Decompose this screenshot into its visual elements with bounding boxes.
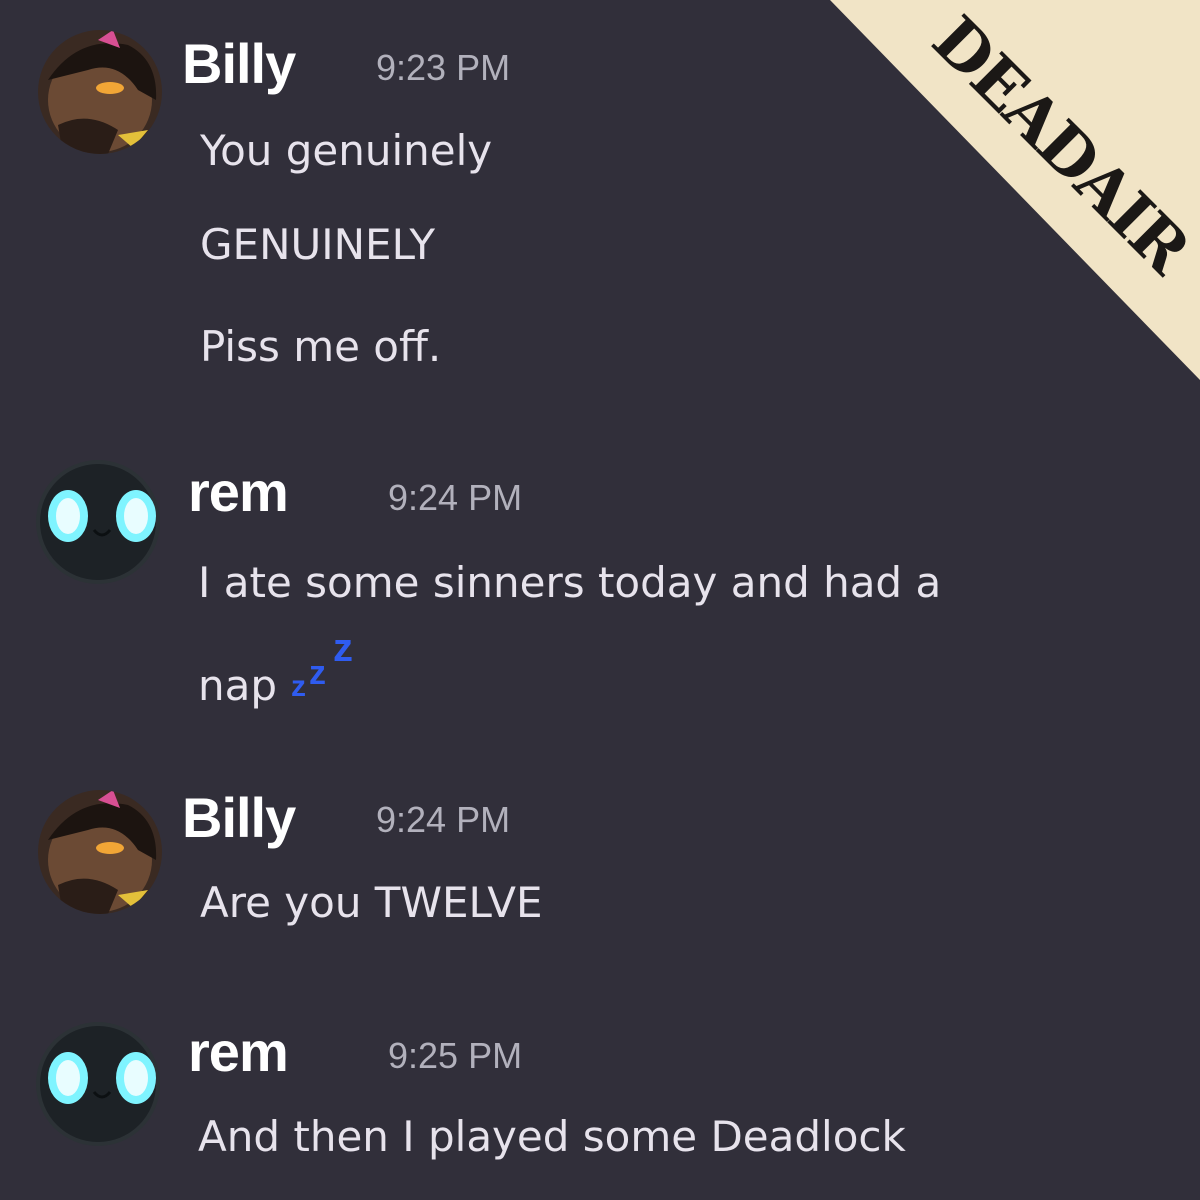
message-text: Are you TWELVE [200,878,543,927]
timestamp: 9:24 PM [376,799,511,840]
rem-avatar-icon [36,460,160,584]
zzz-emoji: zzz [291,626,354,703]
rem-avatar-icon [36,1022,160,1146]
username[interactable]: rem [188,464,289,520]
message-text: Piss me off. [200,322,442,371]
username[interactable]: rem [188,1024,289,1080]
message-text: And then I played some Deadlock [198,1112,906,1161]
message-text: I ate some sinners today and had a [198,558,942,607]
message-text: You genuinely [200,126,493,175]
billy-avatar-icon [38,790,162,914]
avatar[interactable] [38,790,162,914]
timestamp: 9:23 PM [376,47,511,88]
avatar[interactable] [36,460,160,584]
chat-log: Billy 9:23 PM You genuinely GENUINELY Pi… [0,0,1200,1200]
message-line: nap zzz [198,626,371,710]
billy-avatar-icon [38,30,162,154]
timestamp: 9:25 PM [388,1035,523,1076]
username[interactable]: Billy [182,790,296,846]
avatar[interactable] [38,30,162,154]
message-text: nap [198,661,278,710]
timestamp: 9:24 PM [388,477,523,518]
username[interactable]: Billy [182,36,296,92]
message-text: GENUINELY [200,220,436,269]
avatar[interactable] [36,1022,160,1146]
